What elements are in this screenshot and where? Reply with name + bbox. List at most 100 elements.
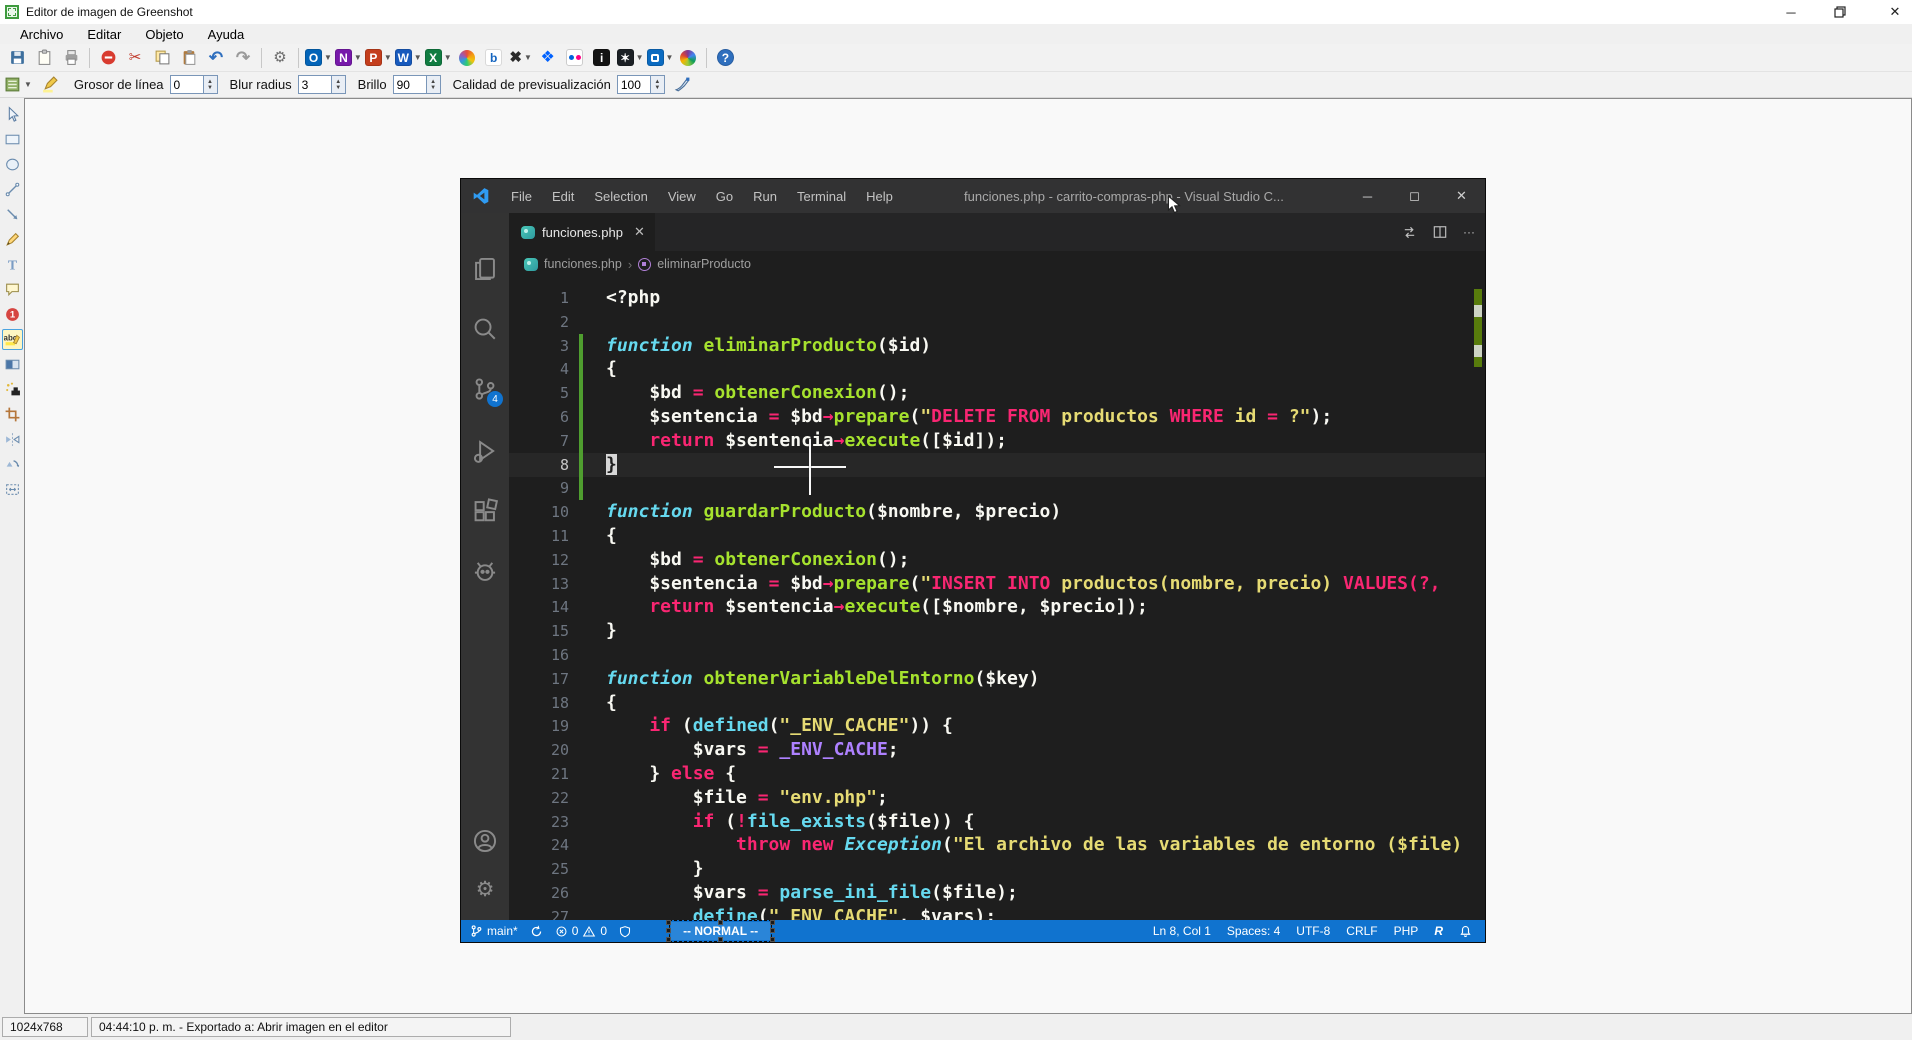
word-icon[interactable]: W ▼ [394,46,422,70]
code-text: $sentencia = $bd→prepare("INSERT INTO pr… [606,572,1441,594]
paint-icon[interactable] [455,46,479,70]
arrow-tool[interactable] [2,204,23,225]
greenshot-editor-window: Editor de imagen de Greenshot ─ ✕ Archiv… [0,0,1912,1040]
preview-quality-input[interactable] [616,75,651,94]
vscode-titlebar: File Edit Selection View Go Run Terminal Help f… [461,179,1485,213]
git-branch-item: main* [470,924,518,938]
close-button[interactable]: ✕ [1886,4,1904,20]
photobucket-icon[interactable]: ✶ ▼ [616,46,644,70]
onenote-icon[interactable]: N ▼ [334,46,362,70]
account-icon [461,821,509,861]
redo-icon[interactable]: ↷ [231,46,255,70]
blur-radius-label: Blur radius [229,77,292,92]
menu-editar[interactable]: Editar [77,25,131,44]
export-status-message: 04:44:10 p. m. - Exportado a: Abrir imag… [91,1017,511,1037]
speechbubble-tool[interactable] [2,279,23,300]
brightness-input[interactable] [392,75,427,94]
line-thickness-input[interactable] [169,75,204,94]
line-number: 5 [559,384,569,403]
line-number: 18 [550,693,569,712]
paste-icon[interactable] [177,46,201,70]
code-text: return $sentencia→execute([$nombre, $pre… [606,596,1148,618]
git-added-indicator [579,452,583,477]
clipboard-icon[interactable] [32,46,56,70]
picasa-icon[interactable] [676,46,700,70]
obfuscate-tool[interactable] [2,354,23,375]
minimize-button[interactable]: ─ [1782,5,1800,20]
open-changes-icon [1402,225,1417,240]
print-icon[interactable] [59,46,83,70]
freehand-tool[interactable] [2,229,23,250]
save-icon[interactable] [5,46,29,70]
field-highlight-icon[interactable]: ▼ [5,73,32,97]
resize-canvas-tool[interactable] [2,479,23,500]
box-icon[interactable]: ▼ [646,46,673,70]
ellipse-tool[interactable] [2,154,23,175]
code-line-15: 15} [509,619,1485,643]
code-line-16: 16 [509,643,1485,667]
vscode-menu-edit: Edit [551,188,575,204]
flip-tool[interactable] [2,429,23,450]
code-line-25: 25 } [509,857,1485,881]
crop-tool[interactable] [2,404,23,425]
code-line-18: 18 { [509,691,1485,715]
effects-tool[interactable] [2,379,23,400]
breadcrumb-symbol: eliminarProducto [657,257,751,271]
flickr-icon[interactable] [563,46,587,70]
restore-button[interactable] [1834,6,1852,18]
line-number: 1 [559,289,569,307]
imgur-icon[interactable]: i [590,46,614,70]
menu-objeto[interactable]: Objeto [135,25,193,44]
text-tool[interactable]: T [2,254,23,275]
cursor-position: Ln 8, Col 1 [1152,924,1211,938]
blur-radius-spinner[interactable]: ▲ ▼ [331,75,346,94]
vscode-minimize-icon: ─ [1362,188,1373,204]
menu-ayuda[interactable]: Ayuda [198,25,255,44]
blur-radius-input[interactable] [297,75,332,94]
dropbox-icon[interactable]: ❖ [536,46,560,70]
code-text: if (defined("_ENV_CACHE")) { [606,715,953,737]
git-added-indicator [579,357,583,382]
excel-icon[interactable]: X ▼ [424,46,452,70]
highlight-tool[interactable]: abc [1,329,23,350]
vim-mode-selection[interactable]: -- NORMAL -- [666,920,776,942]
undo-icon[interactable]: ↶ [204,46,228,70]
code-line-9: 9 [509,476,1485,501]
brightness-spinner[interactable]: ▲ ▼ [426,75,441,94]
breadcrumb-file: funciones.php [544,257,622,271]
counter-tool[interactable]: 1 [2,304,23,325]
rotate-tool[interactable] [2,454,23,475]
titlebar: Editor de imagen de Greenshot ─ ✕ [0,0,1912,24]
code-line-3: 3 function eliminarProducto($id) [509,333,1485,358]
editor-canvas[interactable]: File Edit Selection View Go Run Terminal Help f… [24,98,1912,1014]
code-line-27: 27 define("_ENV_CACHE", $vars); [509,905,1485,920]
b-service-icon[interactable]: b [482,46,506,70]
menu-archivo[interactable]: Archivo [10,25,73,44]
breadcrumb: funciones.php › eliminarProducto [509,251,1485,277]
powerpoint-icon[interactable]: P ▼ [364,46,392,70]
preview-quality-spinner[interactable]: ▲ ▼ [650,75,665,94]
line-tool[interactable] [2,179,23,200]
code-line-7: 7 return $sentencia→execute([$id]); [509,428,1485,453]
cut-icon[interactable]: ✂ [123,46,147,70]
help-icon[interactable]: ? [713,46,737,70]
code-text: define("_ENV_CACHE", $vars); [692,905,997,920]
rectangle-tool[interactable] [2,129,23,150]
branch-name: main* [487,924,518,938]
vscode-tab-bar: funciones.php ✕ [509,213,1485,251]
line-thickness-spinner[interactable]: ▲ ▼ [203,75,218,94]
git-added-indicator [579,405,583,429]
run-debug-icon [461,431,509,471]
line-number: 20 [550,741,569,760]
outlook-icon[interactable]: O ▼ [305,46,332,70]
highlighter-icon[interactable] [38,73,62,97]
confirm-tool-icon[interactable] [671,73,695,97]
php-file-icon [521,225,535,239]
settings-icon[interactable]: ⚙ [268,46,292,70]
code-line-5: 5 $bd = obtenerConexion(); [509,381,1485,406]
copy-icon[interactable] [150,46,174,70]
external-app-icon[interactable]: ✖ ▼ [509,46,533,70]
pointer-tool[interactable] [2,104,23,125]
delete-icon[interactable] [96,46,120,70]
vscode-logo-icon [472,187,490,205]
